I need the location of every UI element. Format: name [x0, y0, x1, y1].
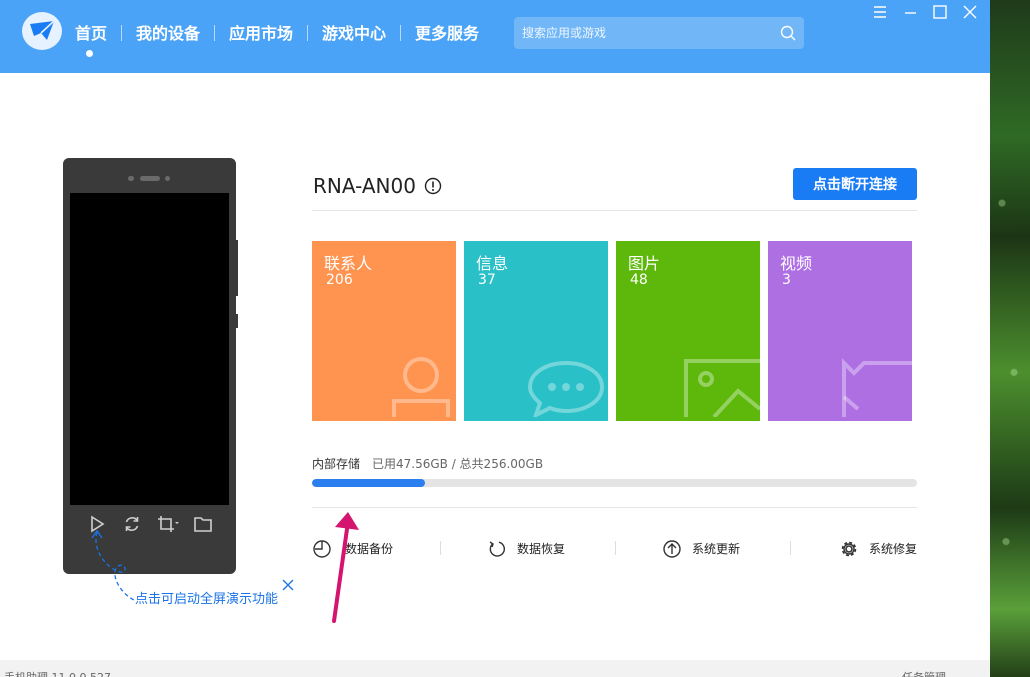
gear-icon [839, 539, 859, 563]
tile-count: 37 [478, 272, 496, 288]
fullscreen-hint: 点击可启动全屏演示功能 [135, 592, 279, 607]
tile-label: 信息 [476, 254, 509, 273]
device-name: RNA-AN00 [313, 174, 416, 198]
tool-label: 数据恢复 [517, 542, 566, 556]
storage-usage-text: 已用47.56GB / 总共256.00GB [372, 457, 544, 471]
search-input[interactable] [522, 17, 772, 49]
active-nav-indicator [86, 50, 93, 57]
tile-videos[interactable]: 视频 3 [768, 241, 912, 421]
phone-preview [63, 158, 238, 574]
info-icon[interactable] [424, 177, 442, 199]
folder-icon[interactable] [193, 514, 213, 534]
phone-sensor [128, 176, 134, 181]
nav-more-services[interactable]: 更多服务 [415, 23, 479, 45]
phone-screen[interactable] [70, 193, 229, 505]
annotation-arrow-icon [325, 505, 365, 629]
tool-separator [790, 541, 791, 555]
nav-separator [400, 25, 401, 41]
nav-my-devices[interactable]: 我的设备 [136, 23, 200, 45]
video-icon [840, 357, 912, 421]
chat-bubble-icon [527, 357, 608, 421]
status-bar: 手机助理 11.0.0.527 任务管理 [0, 660, 990, 677]
tile-label: 图片 [628, 254, 661, 273]
tile-messages[interactable]: 信息 37 [464, 241, 608, 421]
tile-label: 联系人 [324, 254, 373, 273]
nav-separator [307, 25, 308, 41]
task-manager-link[interactable]: 任务管理 [902, 669, 946, 677]
search-icon[interactable] [780, 25, 796, 45]
phone-volume-key [235, 240, 238, 296]
phone-power-key [235, 314, 238, 328]
picture-icon [684, 359, 760, 421]
tool-separator [440, 541, 441, 555]
tile-pictures[interactable]: 图片 48 [616, 241, 760, 421]
nav-app-market[interactable]: 应用市场 [229, 23, 293, 45]
nav-home[interactable]: 首页 [75, 23, 107, 45]
top-bar: 首页 我的设备 应用市场 游戏中心 更多服务 [0, 0, 990, 73]
search-box[interactable] [514, 17, 804, 49]
contact-icon [386, 353, 456, 421]
minimize-icon[interactable] [898, 2, 922, 22]
crop-screenshot-icon[interactable] [156, 514, 180, 534]
maximize-icon[interactable] [928, 2, 952, 22]
tile-count: 206 [326, 272, 353, 288]
tile-contacts[interactable]: 联系人 206 [312, 241, 456, 421]
disconnect-button[interactable]: 点击断开连接 [793, 168, 917, 200]
tile-count: 48 [630, 272, 648, 288]
tile-count: 3 [782, 272, 791, 288]
phone-camera [165, 176, 170, 181]
divider [312, 507, 917, 508]
app-version: 手机助理 11.0.0.527 [4, 669, 111, 677]
divider [312, 210, 917, 211]
menu-icon[interactable] [868, 2, 892, 22]
restore-icon [487, 539, 507, 563]
update-icon [662, 539, 682, 563]
app-logo [22, 12, 62, 50]
close-icon[interactable] [958, 2, 982, 22]
storage-label: 内部存储 [312, 457, 361, 471]
app-window: 首页 我的设备 应用市场 游戏中心 更多服务 搜索应用或游戏 点击可启动全屏演示… [0, 0, 990, 677]
phone-speaker [140, 176, 160, 181]
storage-progress-fill [312, 479, 425, 487]
desktop-background [990, 0, 1030, 677]
storage-progress-bar [312, 479, 917, 487]
tile-label: 视频 [780, 254, 813, 273]
tool-label: 系统修复 [869, 542, 918, 556]
hint-close-icon[interactable] [281, 577, 295, 591]
tool-label: 系统更新 [692, 542, 741, 556]
nav-separator [214, 25, 215, 41]
hint-arrow-icon [88, 528, 138, 610]
nav-separator [121, 25, 122, 41]
nav-game-center[interactable]: 游戏中心 [322, 23, 386, 45]
tool-separator [615, 541, 616, 555]
